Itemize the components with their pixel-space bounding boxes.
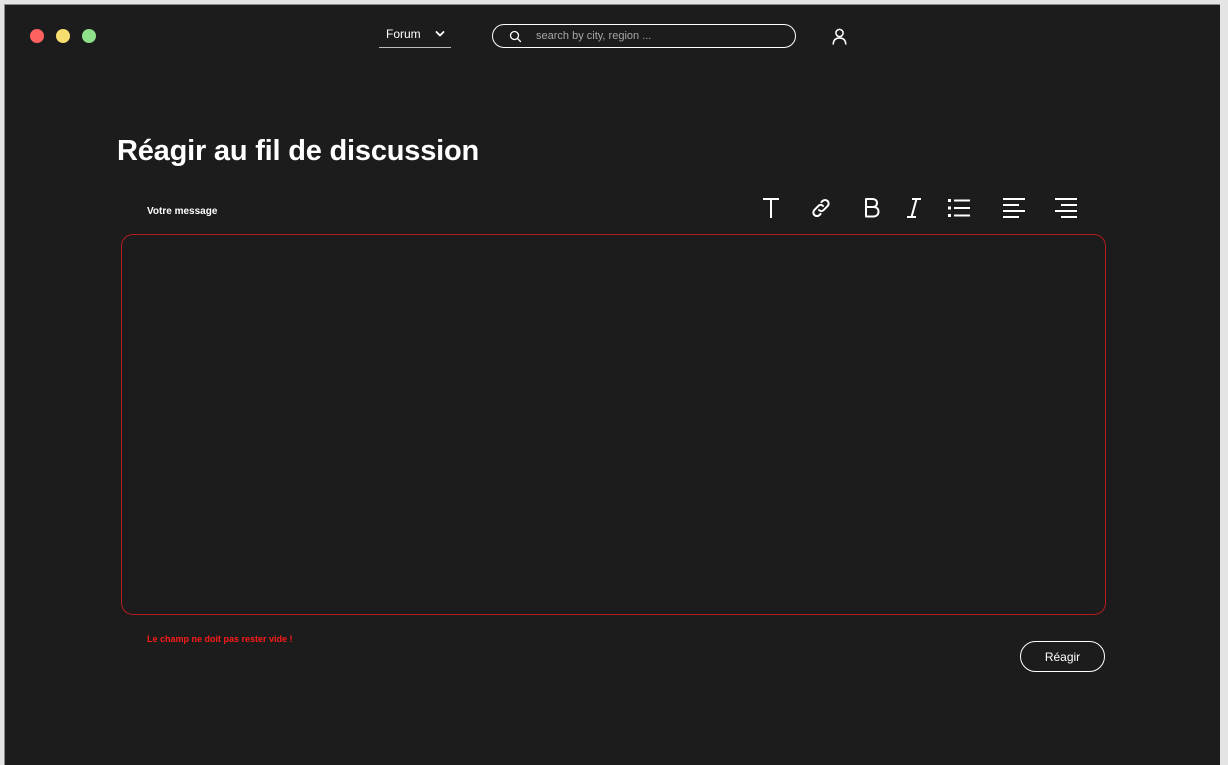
italic-icon bbox=[907, 198, 921, 218]
align-right-icon bbox=[1055, 198, 1077, 218]
window-maximize-button[interactable] bbox=[82, 29, 96, 43]
window-close-button[interactable] bbox=[30, 29, 44, 43]
window-minimize-button[interactable] bbox=[56, 29, 70, 43]
page-title: Réagir au fil de discussion bbox=[117, 135, 480, 167]
submit-button[interactable]: Réagir bbox=[1020, 641, 1105, 672]
error-message: Le champ ne doit pas rester vide ! bbox=[147, 634, 293, 644]
italic-button[interactable] bbox=[902, 196, 926, 220]
bold-icon bbox=[865, 198, 880, 218]
forum-select-label: Forum bbox=[386, 27, 421, 41]
message-label: Votre message bbox=[147, 206, 218, 217]
bullet-list-button[interactable] bbox=[947, 196, 971, 220]
align-left-button[interactable] bbox=[1002, 196, 1026, 220]
insert-link-button[interactable] bbox=[809, 196, 833, 220]
text-icon bbox=[763, 198, 779, 218]
forum-select[interactable]: Forum bbox=[379, 25, 451, 48]
message-textarea[interactable] bbox=[121, 234, 1106, 615]
link-icon bbox=[812, 198, 830, 218]
user-icon[interactable] bbox=[832, 28, 847, 45]
align-right-button[interactable] bbox=[1054, 196, 1078, 220]
app-window: Forum Réagir au fil de discussion Votre … bbox=[4, 4, 1220, 765]
search-icon bbox=[509, 30, 522, 42]
bullet-list-icon bbox=[948, 199, 970, 217]
chevron-down-icon bbox=[435, 31, 445, 37]
align-left-icon bbox=[1003, 198, 1025, 218]
search-bar[interactable] bbox=[492, 24, 796, 48]
text-format-button[interactable] bbox=[759, 196, 783, 220]
bold-button[interactable] bbox=[860, 196, 884, 220]
search-input[interactable] bbox=[536, 30, 776, 42]
